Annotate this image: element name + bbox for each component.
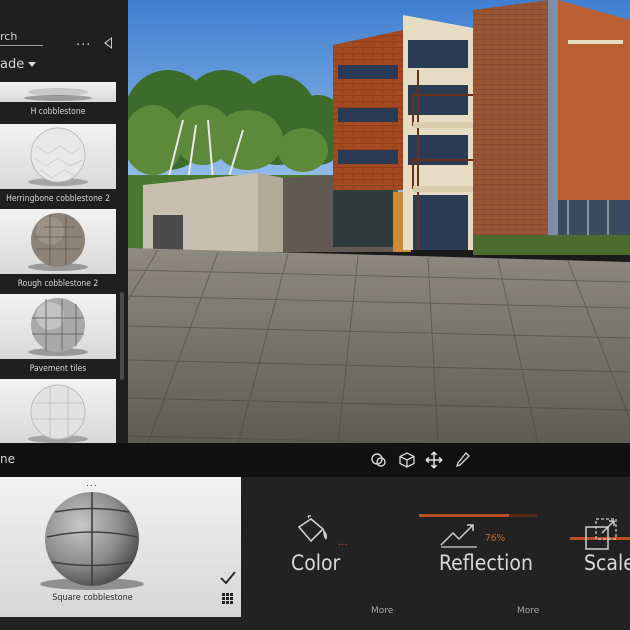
scale-icon [585, 518, 617, 550]
material-name: Rough cobblestone 2 [17, 279, 99, 289]
reflection-slider-fill [419, 514, 509, 517]
category-label: ade [0, 57, 25, 72]
selected-object-name: ne [0, 452, 15, 466]
search-field[interactable]: rch [0, 30, 17, 43]
material-editor-panel: ... Square cobblestone Color ... More 76… [0, 477, 630, 630]
color-ellipsis: ... [338, 537, 348, 548]
chevron-down-icon [28, 62, 37, 67]
reflection-icon [440, 524, 477, 548]
paint-bucket-icon [297, 515, 327, 543]
material-item[interactable] [0, 379, 116, 443]
material-thumbnail [0, 379, 116, 443]
material-item[interactable]: Pavement tiles [0, 294, 116, 379]
library-more-button[interactable]: ... [76, 34, 91, 49]
material-thumbnail [0, 294, 116, 359]
material-library-panel: rch ... ade H cobblestone Herringbone co… [0, 0, 128, 443]
reflection-property[interactable]: 76% Reflection More [415, 477, 555, 627]
library-scrollbar[interactable] [120, 292, 124, 380]
checkmark-icon[interactable] [220, 571, 236, 585]
selected-material-preview[interactable]: ... Square cobblestone [0, 477, 241, 617]
material-item[interactable]: Herringbone cobblestone 2 [0, 124, 116, 209]
material-thumbnail [0, 124, 116, 189]
rotate-icon[interactable] [370, 451, 388, 469]
reflection-label: Reflection [439, 551, 533, 575]
selected-material-name: Square cobblestone [52, 593, 133, 603]
material-thumbnail [0, 82, 116, 102]
scale-label: Scale [584, 551, 630, 575]
grid-icon[interactable] [222, 593, 233, 604]
material-thumbnail [0, 209, 116, 274]
material-name: Pavement tiles [29, 364, 87, 374]
reflection-more-link[interactable]: More [517, 606, 539, 616]
eyedropper-icon[interactable] [453, 451, 471, 469]
reflection-value: 76% [485, 533, 505, 544]
render-viewport[interactable] [128, 0, 630, 443]
search-underline [0, 45, 43, 46]
color-label: Color [291, 551, 341, 575]
scale-property[interactable]: Scale [570, 477, 630, 627]
color-property[interactable]: Color ... More [260, 477, 400, 627]
scene-render [128, 0, 630, 443]
material-name: Herringbone cobblestone 2 [6, 194, 110, 204]
material-name: H cobblestone [30, 107, 86, 117]
color-more-link[interactable]: More [371, 606, 393, 616]
move-icon[interactable] [425, 451, 443, 469]
cube-icon[interactable] [398, 451, 416, 469]
viewport-toolbar: ne [0, 443, 630, 477]
collapse-arrow-icon[interactable] [104, 37, 112, 49]
material-item[interactable]: Rough cobblestone 2 [0, 209, 116, 294]
material-item[interactable]: H cobblestone [0, 82, 116, 122]
category-dropdown[interactable]: ade [0, 57, 37, 72]
